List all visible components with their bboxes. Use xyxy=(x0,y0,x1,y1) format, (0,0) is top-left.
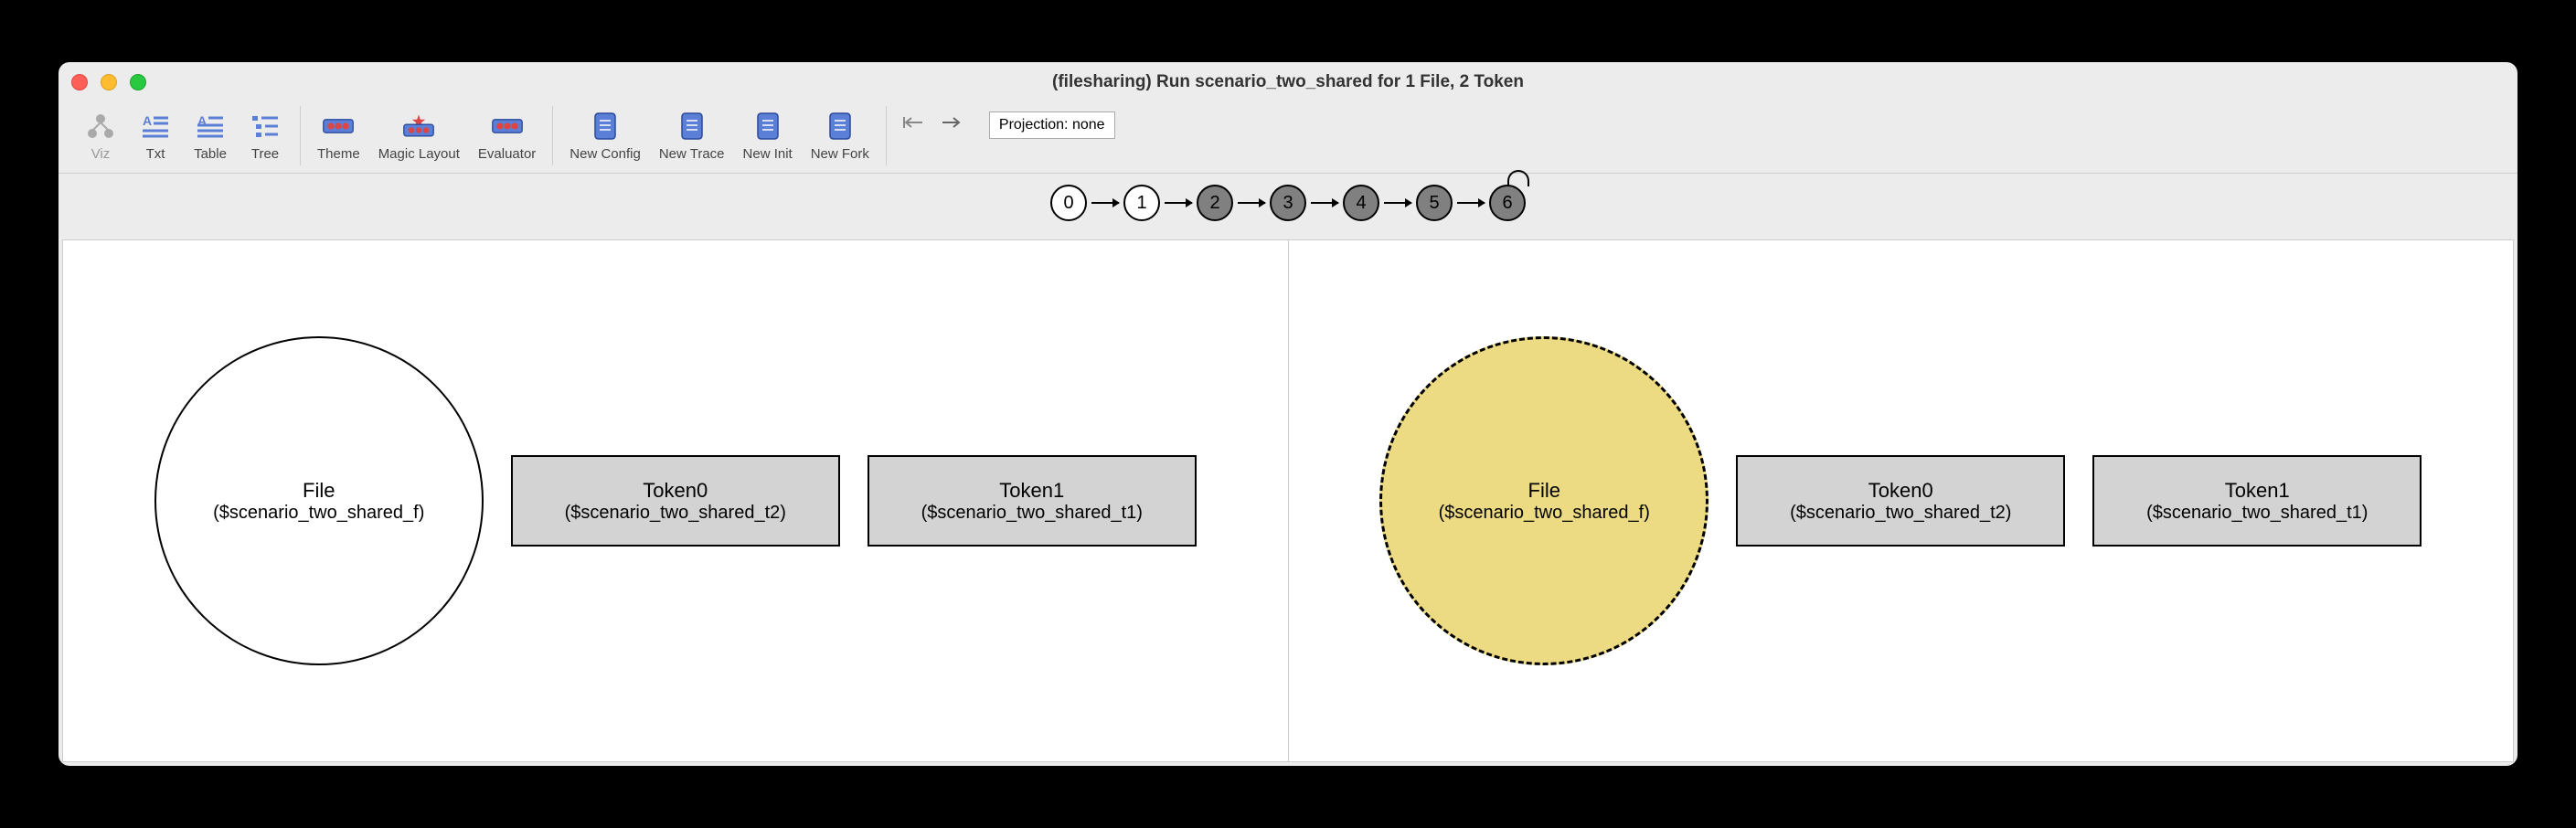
nav-first-button[interactable] xyxy=(894,106,932,139)
magic-layout-icon xyxy=(402,110,435,143)
table-icon: A xyxy=(194,110,227,143)
file-label: File xyxy=(303,479,335,503)
state-node-6[interactable]: 6 xyxy=(1489,185,1526,221)
viz-button[interactable]: Viz xyxy=(73,106,128,165)
evaluator-icon xyxy=(491,110,524,143)
new-config-button[interactable]: New Config xyxy=(560,106,650,165)
state-arrow xyxy=(1453,202,1489,204)
token1-node-left[interactable]: Token1 ($scenario_two_shared_t1) xyxy=(868,455,1197,547)
projection-selector[interactable]: Projection: none xyxy=(989,111,1115,139)
token1-sub: ($scenario_two_shared_t1) xyxy=(921,503,1143,524)
tree-icon xyxy=(249,110,282,143)
close-button[interactable] xyxy=(71,74,88,90)
evaluator-button[interactable]: Evaluator xyxy=(469,106,545,165)
state-arrow xyxy=(1306,202,1343,204)
table-label: Table xyxy=(194,146,227,162)
state-navigation: 0 1 2 3 4 5 6 xyxy=(59,174,2517,239)
scroll-icon xyxy=(676,110,708,143)
txt-label: Txt xyxy=(146,146,165,162)
new-init-button[interactable]: New Init xyxy=(734,106,802,165)
scroll-icon xyxy=(589,110,622,143)
state-node-2[interactable]: 2 xyxy=(1197,185,1233,221)
magic-layout-label: Magic Layout xyxy=(378,146,460,162)
loop-icon xyxy=(1507,170,1529,186)
new-init-label: New Init xyxy=(743,146,793,162)
new-trace-label: New Trace xyxy=(659,146,725,162)
token0-node-right[interactable]: Token0 ($scenario_two_shared_t2) xyxy=(1736,455,2065,547)
viz-icon xyxy=(84,110,117,143)
right-pane[interactable]: File ($scenario_two_shared_f) Token0 ($s… xyxy=(1289,240,2514,761)
tree-label: Tree xyxy=(251,146,279,162)
scroll-icon xyxy=(824,110,857,143)
tree-button[interactable]: Tree xyxy=(238,106,293,165)
left-pane[interactable]: File ($scenario_two_shared_f) Token0 ($s… xyxy=(63,240,1289,761)
projection-label: Projection: none xyxy=(999,117,1105,133)
titlebar: (filesharing) Run scenario_two_shared fo… xyxy=(59,62,2517,102)
new-trace-button[interactable]: New Trace xyxy=(650,106,734,165)
theme-icon xyxy=(322,110,355,143)
file-node-right[interactable]: File ($scenario_two_shared_f) xyxy=(1379,336,1708,665)
token0-sub: ($scenario_two_shared_t2) xyxy=(1790,503,2011,524)
svg-text:A: A xyxy=(143,113,152,128)
maximize-button[interactable] xyxy=(130,74,146,90)
table-button[interactable]: A Table xyxy=(183,106,238,165)
txt-icon: A xyxy=(139,110,172,143)
file-sub: ($scenario_two_shared_f) xyxy=(1439,503,1650,524)
state-arrow xyxy=(1160,202,1197,204)
token1-node-right[interactable]: Token1 ($scenario_two_shared_t1) xyxy=(2092,455,2422,547)
state-arrow xyxy=(1087,202,1123,204)
txt-button[interactable]: A Txt xyxy=(128,106,183,165)
token0-sub: ($scenario_two_shared_t2) xyxy=(565,503,786,524)
viz-label: Viz xyxy=(91,146,111,162)
state-arrow xyxy=(1379,202,1416,204)
scroll-icon xyxy=(751,110,784,143)
minimize-button[interactable] xyxy=(101,74,117,90)
state-node-4[interactable]: 4 xyxy=(1343,185,1379,221)
token0-label: Token0 xyxy=(1868,479,1933,503)
new-fork-label: New Fork xyxy=(811,146,869,162)
state-node-3[interactable]: 3 xyxy=(1270,185,1306,221)
window-title: (filesharing) Run scenario_two_shared fo… xyxy=(1052,72,1524,92)
state-node-5[interactable]: 5 xyxy=(1416,185,1453,221)
state-node-0[interactable]: 0 xyxy=(1050,185,1087,221)
state-arrow xyxy=(1233,202,1270,204)
nav-next-button[interactable] xyxy=(932,106,971,139)
new-config-label: New Config xyxy=(569,146,641,162)
toolbar: Viz A Txt A xyxy=(59,102,2517,174)
token1-label: Token1 xyxy=(999,479,1064,503)
token0-node-left[interactable]: Token0 ($scenario_two_shared_t2) xyxy=(511,455,840,547)
file-label: File xyxy=(1528,479,1560,503)
app-window: (filesharing) Run scenario_two_shared fo… xyxy=(59,62,2517,766)
token1-label: Token1 xyxy=(2225,479,2290,503)
first-arrow-icon xyxy=(902,115,924,130)
content-area: File ($scenario_two_shared_f) Token0 ($s… xyxy=(62,239,2514,762)
next-arrow-icon xyxy=(941,115,963,130)
token0-label: Token0 xyxy=(643,479,708,503)
token1-sub: ($scenario_two_shared_t1) xyxy=(2146,503,2368,524)
traffic-lights xyxy=(71,74,146,90)
theme-button[interactable]: Theme xyxy=(308,106,369,165)
theme-label: Theme xyxy=(317,146,360,162)
file-node-left[interactable]: File ($scenario_two_shared_f) xyxy=(154,336,484,665)
file-sub: ($scenario_two_shared_f) xyxy=(213,503,424,524)
state-node-1[interactable]: 1 xyxy=(1123,185,1160,221)
evaluator-label: Evaluator xyxy=(478,146,536,162)
new-fork-button[interactable]: New Fork xyxy=(802,106,878,165)
magic-layout-button[interactable]: Magic Layout xyxy=(369,106,469,165)
